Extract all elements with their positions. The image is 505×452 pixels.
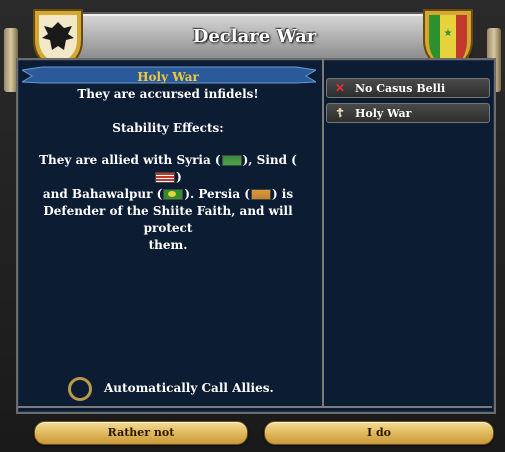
casus-belli-description: They are accursed infidels! [30, 86, 306, 103]
stability-label: Stability Effects: [30, 120, 306, 137]
dialog-title: Declare War [192, 26, 317, 47]
auto-call-allies-label: Automatically Call Allies. [104, 381, 274, 395]
i-do-button[interactable]: I do [264, 421, 494, 445]
rather-not-button[interactable]: Rather not [34, 421, 248, 445]
panel-divider [322, 58, 324, 408]
allies-text-4: and Bahawalpur ( [42, 187, 163, 201]
allies-text-3: ) [176, 170, 182, 184]
title-bar: Declare War [40, 12, 469, 62]
syria-flag-icon [221, 155, 242, 166]
allies-text-8: them. [148, 238, 188, 252]
allies-text-5: ). Persia ( [184, 187, 250, 201]
allies-text-2: ), Sind ( [242, 153, 297, 167]
auto-call-allies-checkbox[interactable] [68, 377, 92, 401]
allies-text-6: ) is [271, 187, 294, 201]
stability-effects-label: Stability Effects: [112, 121, 224, 135]
x-icon: ✕ [334, 81, 346, 95]
cb-item-holy-war[interactable]: ☦ Holy War [326, 103, 490, 123]
allies-text-7: Defender of the Shiite Faith, and will p… [43, 204, 293, 235]
bahawalpur-flag-icon [163, 189, 184, 200]
allies-text-1: They are allied with Syria ( [39, 153, 221, 167]
cross-icon: ☦ [336, 106, 344, 120]
cb-item-label: No Casus Belli [355, 82, 446, 95]
cb-description-text: They are accursed infidels! [77, 87, 259, 101]
cb-item-no-casus-belli[interactable]: ✕ No Casus Belli [326, 78, 490, 98]
cb-item-label: Holy War [355, 107, 412, 120]
svg-text:★: ★ [444, 28, 453, 39]
casus-belli-title: Holy War [137, 70, 199, 84]
footer-divider [18, 406, 492, 408]
allies-info: They are allied with Syria ( ), Sind () a… [30, 152, 306, 254]
sind-flag-icon [155, 172, 176, 183]
persia-flag-icon [250, 189, 271, 200]
